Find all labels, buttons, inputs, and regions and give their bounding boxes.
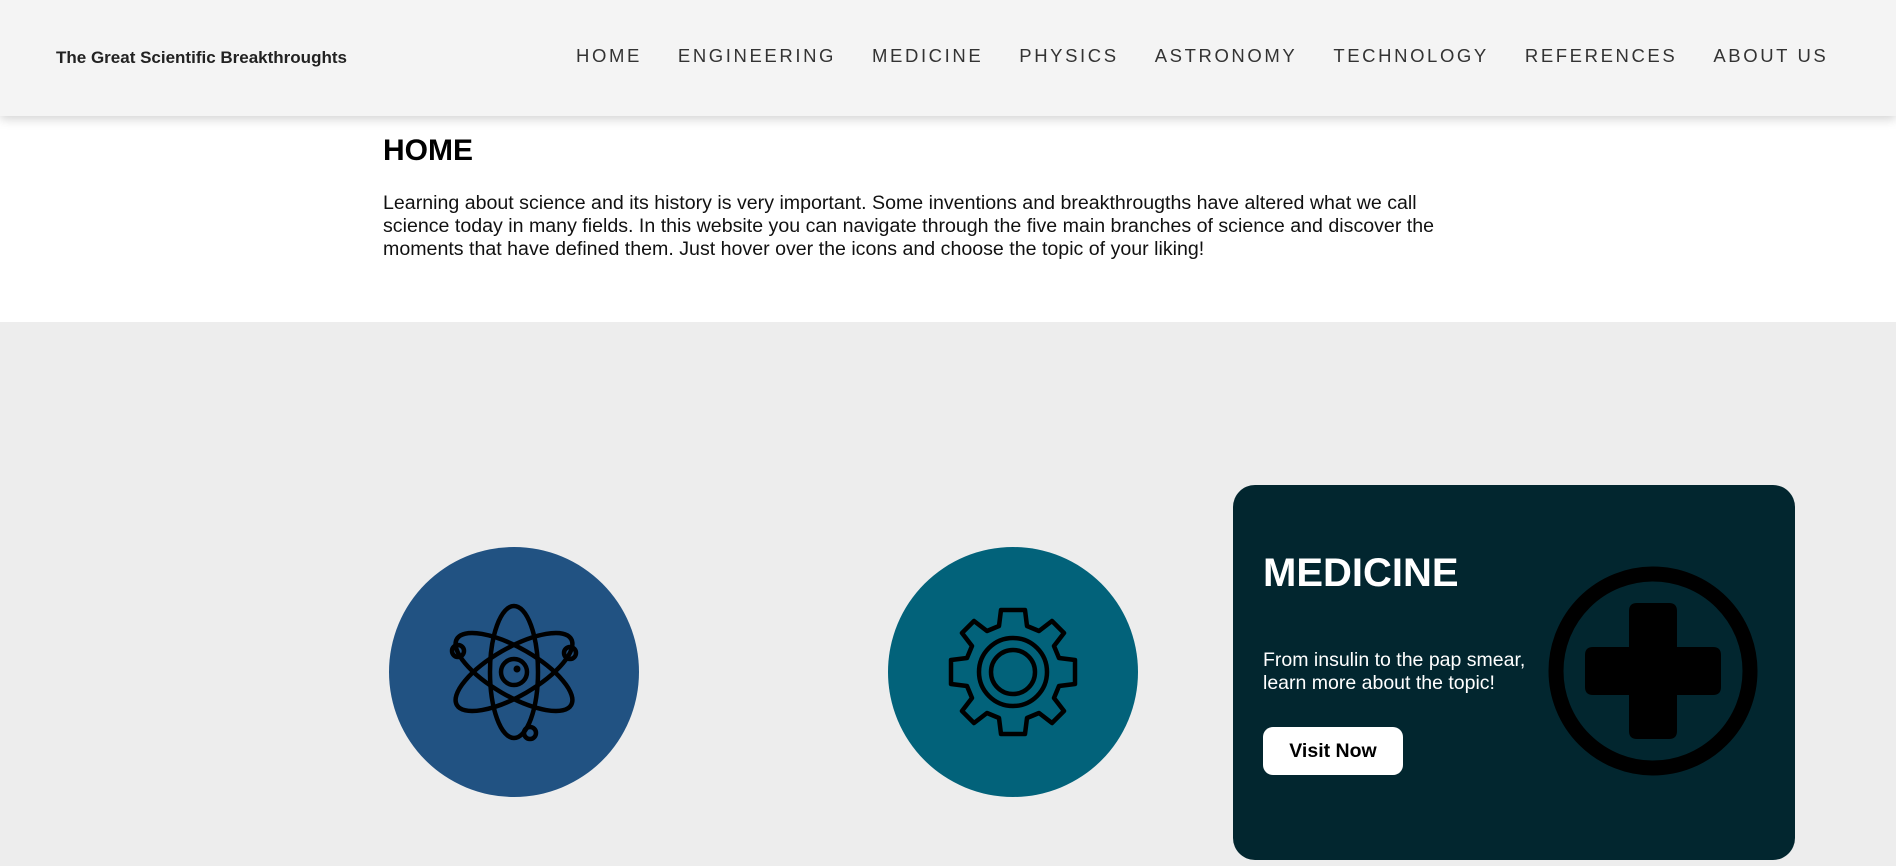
- intro-text: Learning about science and its history i…: [383, 192, 1435, 260]
- engineering-topic-circle[interactable]: [888, 547, 1138, 797]
- main-nav: HOME ENGINEERING MEDICINE PHYSICS ASTRON…: [576, 45, 1828, 67]
- medical-cross-icon: [1548, 566, 1758, 776]
- medicine-card-title: MEDICINE: [1263, 551, 1459, 595]
- top-navbar: The Great Scientific Breakthroughts HOME…: [0, 0, 1896, 116]
- physics-topic-circle[interactable]: [389, 547, 639, 797]
- page-title: HOME: [383, 134, 473, 167]
- medicine-topic-card[interactable]: MEDICINE From insulin to the pap smear, …: [1233, 485, 1795, 860]
- nav-link-about-us[interactable]: ABOUT US: [1713, 45, 1828, 67]
- nav-link-home[interactable]: HOME: [576, 45, 642, 67]
- nav-link-engineering[interactable]: ENGINEERING: [678, 45, 836, 67]
- atom-icon: [449, 603, 579, 742]
- gear-icon: [948, 607, 1078, 737]
- medicine-card-description: From insulin to the pap smear, learn mor…: [1263, 649, 1526, 694]
- topics-section: MEDICINE From insulin to the pap smear, …: [0, 322, 1896, 866]
- site-brand[interactable]: The Great Scientific Breakthroughts: [56, 48, 347, 68]
- nav-link-technology[interactable]: TECHNOLOGY: [1333, 45, 1489, 67]
- visit-now-button[interactable]: Visit Now: [1263, 727, 1403, 775]
- nav-link-physics[interactable]: PHYSICS: [1019, 45, 1118, 67]
- nav-link-medicine[interactable]: MEDICINE: [872, 45, 983, 67]
- nav-link-references[interactable]: REFERENCES: [1525, 45, 1677, 67]
- intro-section: HOME Learning about science and its hist…: [383, 116, 1493, 261]
- nav-link-astronomy[interactable]: ASTRONOMY: [1155, 45, 1298, 67]
